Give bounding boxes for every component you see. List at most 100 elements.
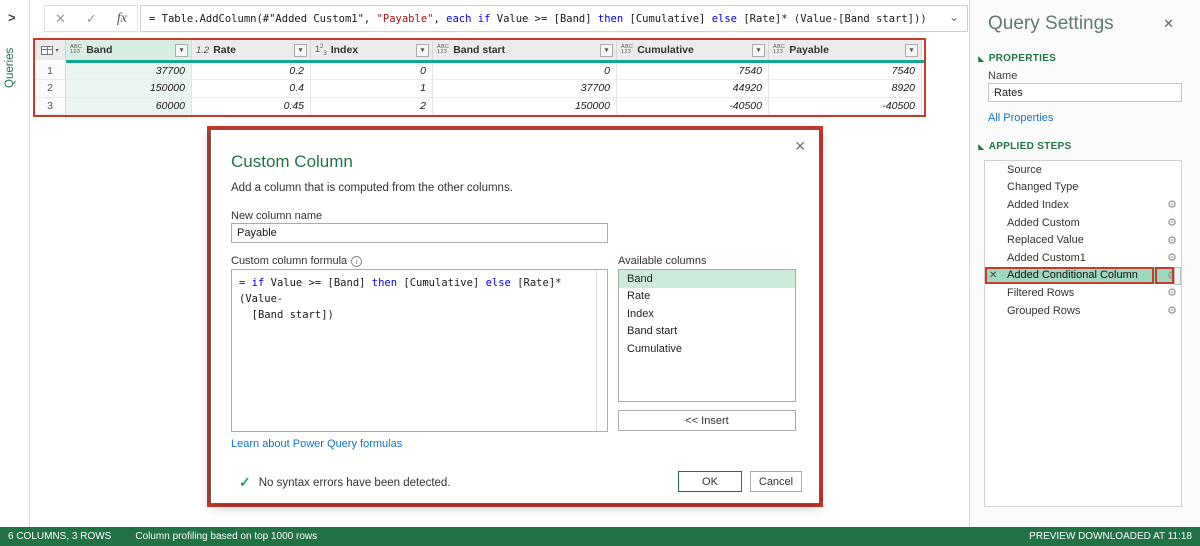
column-filter-dropdown-icon[interactable]: ▾	[294, 43, 307, 57]
column-header-label: Band start	[453, 44, 506, 56]
queries-pane-collapsed: > Queries	[0, 0, 30, 527]
table-cell[interactable]: 2	[311, 97, 433, 115]
applied-step-filtered-rows[interactable]: Filtered Rows ⚙	[985, 284, 1181, 302]
ok-button[interactable]: OK	[678, 471, 742, 492]
table-row: 1 37700 0.2 0 0 7540 7540	[35, 63, 924, 81]
formula-bar: ✕ ✓ fx = Table.AddColumn(#"Added Custom1…	[30, 0, 968, 36]
formula-token: [Rate]* (Value-[Band start]))	[737, 12, 927, 25]
status-bar: 6 COLUMNS, 3 ROWS Column profiling based…	[0, 527, 1200, 546]
table-cell[interactable]: 150000	[66, 80, 192, 98]
available-column-item[interactable]: Band	[619, 270, 795, 288]
type-decimal-icon: 1.2	[196, 44, 210, 56]
formula-editor-scrollbar[interactable]	[596, 270, 607, 431]
table-cell[interactable]: -40500	[617, 97, 769, 115]
queries-pane-expand-icon[interactable]: >	[8, 10, 16, 25]
step-settings-gear-icon[interactable]: ⚙	[1167, 216, 1177, 229]
applied-step-label: Changed Type	[1007, 181, 1079, 194]
table-cell[interactable]: 8920	[769, 80, 922, 98]
formula-cancel-icon[interactable]: ✕	[55, 11, 66, 27]
column-header-payable[interactable]: ABC 123 Payable ▾	[769, 40, 922, 60]
applied-step-label: Filtered Rows	[1007, 286, 1075, 299]
applied-step-added-conditional-column[interactable]: ✕ Added Conditional Column ⚙	[985, 266, 1181, 286]
column-header-cumulative[interactable]: ABC 123 Cumulative ▾	[617, 40, 769, 60]
column-header-rate[interactable]: 1.2 Rate ▾	[192, 40, 311, 60]
row-number[interactable]: 1	[35, 63, 66, 81]
applied-step-added-custom[interactable]: Added Custom ⚙	[985, 214, 1181, 232]
formula-commit-icon[interactable]: ✓	[86, 11, 97, 27]
steps-scrollbar-thumb[interactable]	[1174, 266, 1181, 286]
row-number[interactable]: 2	[35, 80, 66, 98]
column-header-band[interactable]: ABC 123 Band ▾	[66, 40, 192, 60]
formula-token: each	[446, 12, 472, 25]
step-settings-gear-icon[interactable]: ⚙	[1167, 251, 1177, 264]
table-cell[interactable]: 60000	[66, 97, 192, 115]
table-cell[interactable]: 0.2	[192, 63, 311, 81]
available-column-item[interactable]: Band start	[619, 323, 795, 341]
applied-step-label: Source	[1007, 163, 1042, 176]
formula-token: "Payable"	[376, 12, 434, 25]
column-filter-dropdown-icon[interactable]: ▾	[416, 43, 429, 57]
table-cell[interactable]: 7540	[617, 63, 769, 81]
applied-step-replaced-value[interactable]: Replaced Value ⚙	[985, 231, 1181, 249]
table-cell[interactable]: 0	[433, 63, 617, 81]
table-cell[interactable]: 1	[311, 80, 433, 98]
applied-step-label: Added Custom1	[1007, 251, 1086, 264]
grid-corner-button[interactable]: ▾	[35, 40, 66, 60]
applied-step-grouped-rows[interactable]: Grouped Rows ⚙	[985, 302, 1181, 320]
table-row: 3 60000 0.45 2 150000 -40500 -40500	[35, 97, 924, 115]
type-any-icon: ABC 123	[621, 44, 634, 55]
table-cell[interactable]: 150000	[433, 97, 617, 115]
formula-editor[interactable]: = if Value >= [Band] then [Cumulative] e…	[231, 269, 608, 432]
properties-header-text: PROPERTIES	[988, 53, 1057, 64]
table-menu-caret-icon: ▾	[55, 47, 59, 54]
syntax-status-text: No syntax errors have been detected.	[258, 476, 451, 489]
formula-input[interactable]: = Table.AddColumn(#"Added Custom1", "Pay…	[140, 5, 968, 32]
table-cell[interactable]: 37700	[66, 63, 192, 81]
delete-step-icon[interactable]: ✕	[989, 270, 997, 281]
step-settings-gear-icon[interactable]: ⚙	[1167, 198, 1177, 211]
formula-token: else	[485, 277, 511, 289]
new-column-name-input[interactable]: Payable	[231, 223, 608, 243]
applied-step-added-index[interactable]: Added Index ⚙	[985, 196, 1181, 214]
table-cell[interactable]: 0.45	[192, 97, 311, 115]
column-filter-dropdown-icon[interactable]: ▾	[752, 43, 765, 57]
column-filter-dropdown-icon[interactable]: ▾	[600, 43, 613, 57]
available-column-item[interactable]: Cumulative	[619, 340, 795, 358]
table-cell[interactable]: 37700	[433, 80, 617, 98]
all-properties-link[interactable]: All Properties	[988, 112, 1053, 124]
info-icon[interactable]: i	[351, 255, 363, 267]
column-filter-dropdown-icon[interactable]: ▾	[175, 43, 188, 57]
applied-step-changed-type[interactable]: Changed Type	[985, 179, 1181, 197]
table-cell[interactable]: -40500	[769, 97, 922, 115]
table-cell[interactable]: 0	[311, 63, 433, 81]
column-header-band-start[interactable]: ABC 123 Band start ▾	[433, 40, 617, 60]
column-filter-dropdown-icon[interactable]: ▾	[905, 43, 918, 57]
formula-token: Value >= [Band]	[490, 12, 598, 25]
table-cell[interactable]: 7540	[769, 63, 922, 81]
properties-section-header[interactable]: ◢ PROPERTIES	[978, 53, 1056, 64]
table-cell[interactable]: 0.4	[192, 80, 311, 98]
dialog-title: Custom Column	[231, 152, 353, 171]
applied-step-source[interactable]: Source	[985, 161, 1181, 179]
query-settings-close-icon[interactable]: ✕	[1163, 16, 1174, 32]
step-settings-gear-icon[interactable]: ⚙	[1167, 304, 1177, 317]
learn-formulas-link[interactable]: Learn about Power Query formulas	[231, 438, 402, 450]
column-header-index[interactable]: 123 Index ▾	[311, 40, 433, 60]
dialog-annotation-box: ✕ Custom Column Add a column that is com…	[207, 126, 823, 507]
query-settings-title: Query Settings	[988, 13, 1114, 34]
formula-token: ,	[433, 12, 447, 25]
table-cell[interactable]: 44920	[617, 80, 769, 98]
applied-step-added-custom1[interactable]: Added Custom1 ⚙	[985, 249, 1181, 267]
queries-pane-label[interactable]: Queries	[4, 48, 16, 88]
available-column-item[interactable]: Index	[619, 305, 795, 323]
formula-expand-chevron-icon[interactable]: ⌄	[949, 10, 959, 24]
available-column-item[interactable]: Rate	[619, 288, 795, 306]
query-name-input[interactable]: Rates	[988, 83, 1182, 102]
step-settings-gear-icon[interactable]: ⚙	[1167, 234, 1177, 247]
row-number[interactable]: 3	[35, 97, 66, 115]
dialog-close-icon[interactable]: ✕	[794, 138, 806, 155]
step-settings-gear-icon[interactable]: ⚙	[1167, 286, 1177, 299]
insert-button[interactable]: << Insert	[618, 410, 796, 431]
cancel-button[interactable]: Cancel	[750, 471, 802, 492]
applied-steps-section-header[interactable]: ◢ APPLIED STEPS	[978, 141, 1072, 152]
